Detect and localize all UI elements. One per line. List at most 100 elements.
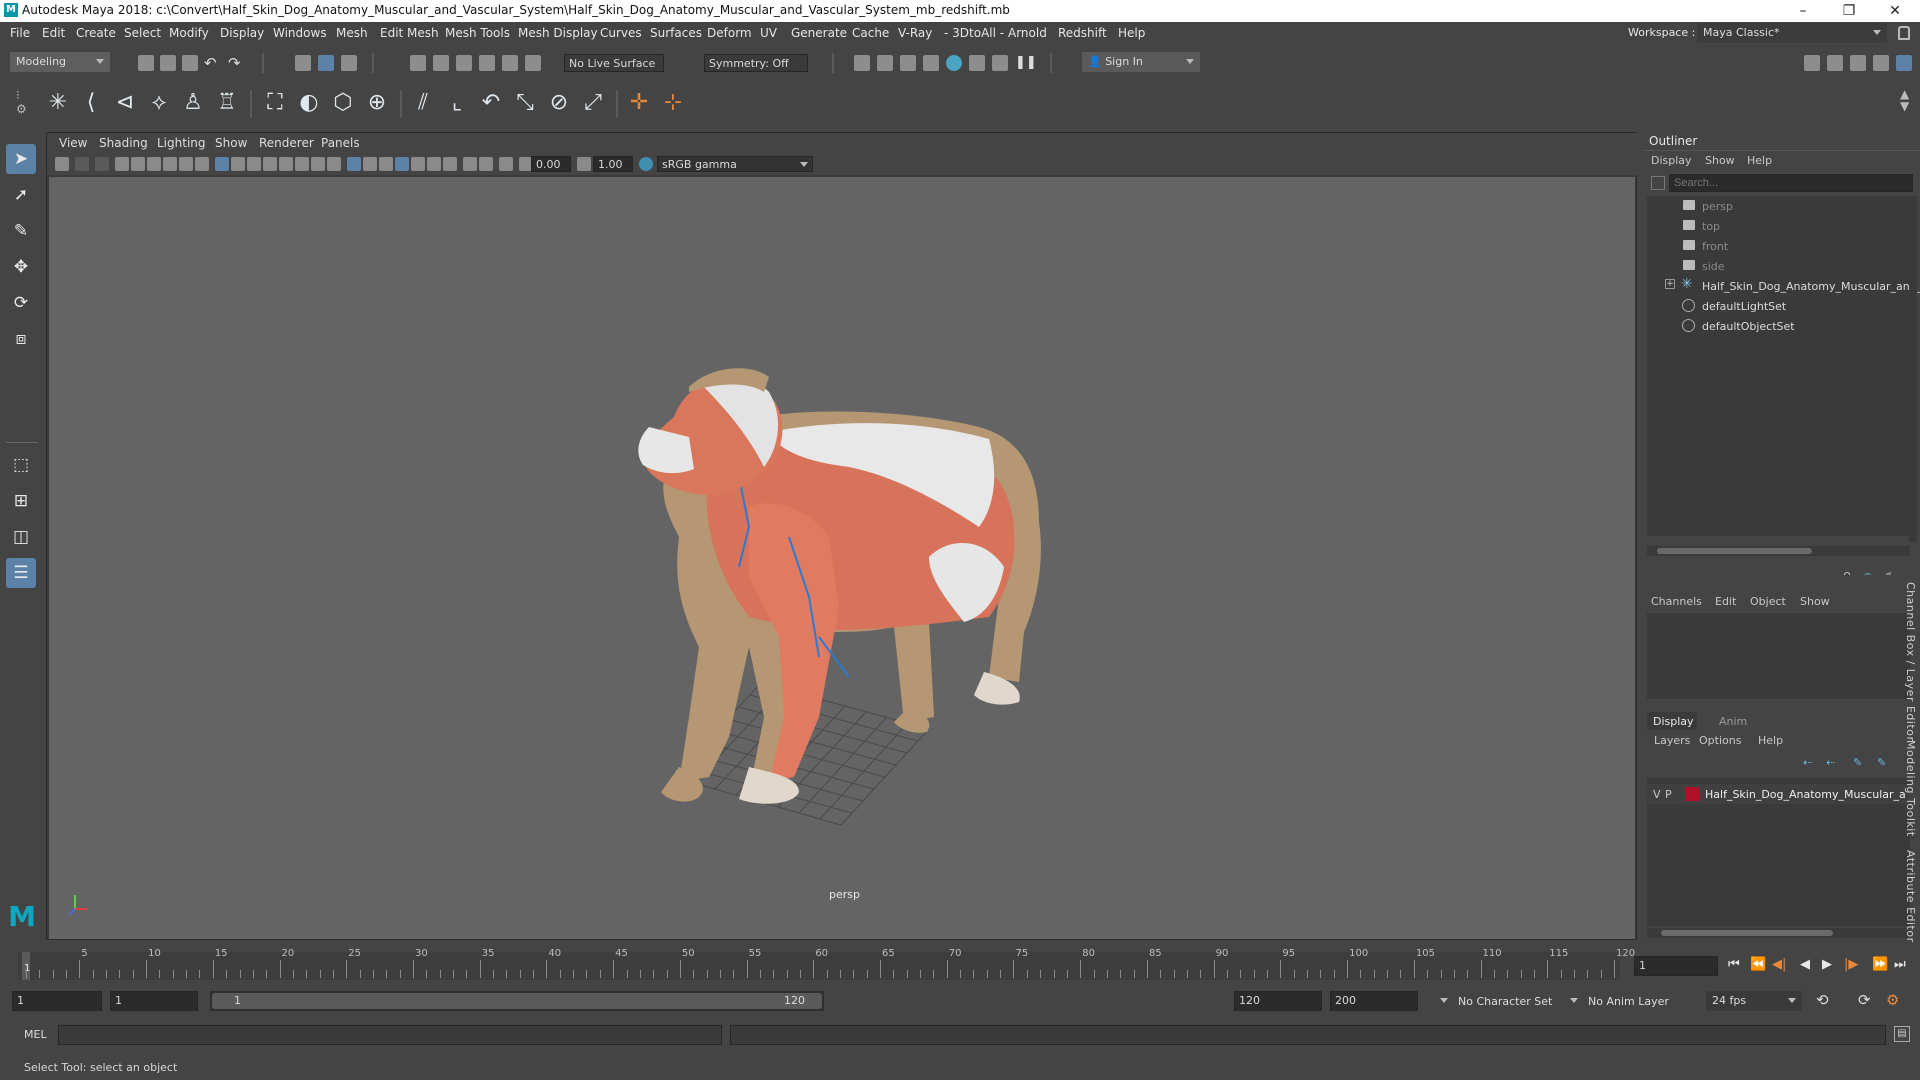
lock-icon[interactable] [1898, 26, 1910, 40]
minimize-button[interactable]: – [1780, 0, 1826, 22]
gamma-icon[interactable] [577, 157, 591, 171]
shelf-options-icon[interactable]: ⁝ ⚙ [16, 88, 30, 120]
select-object-icon[interactable] [318, 55, 334, 71]
xray-icon[interactable] [327, 157, 341, 171]
menu-modify[interactable]: Modify [169, 26, 209, 40]
constraint-point-icon[interactable]: ⌞ [444, 90, 470, 116]
step-back-key-icon[interactable]: ⏪ [1750, 957, 1766, 972]
loop-icon[interactable]: ⟲ [1816, 991, 1829, 1009]
ik-spline-icon[interactable]: ⊲ [112, 90, 138, 116]
smooth-shade-icon[interactable] [295, 157, 309, 171]
menu-deform[interactable]: Deform [707, 26, 752, 40]
layer-horizontal-scrollbar[interactable] [1647, 928, 1910, 938]
outliner-item-front[interactable]: front [1647, 236, 1912, 256]
film-gate-icon[interactable] [179, 157, 193, 171]
channels-menu-edit[interactable]: Edit [1715, 595, 1736, 608]
sign-in-button[interactable]: 👤 Sign In [1082, 52, 1200, 72]
script-editor-icon[interactable]: ▤ [1894, 1026, 1910, 1042]
select-hierarchy-icon[interactable] [295, 55, 311, 71]
shelf-scroll-icon[interactable]: ▲ ▼ [1900, 88, 1909, 112]
snap-view-plane-icon[interactable] [479, 55, 495, 71]
snap-live-icon[interactable] [502, 55, 518, 71]
twod-pan-icon[interactable] [131, 157, 145, 171]
range-slider[interactable]: 1 120 [210, 991, 824, 1011]
constraint-orient-icon[interactable]: ↶ [478, 90, 504, 116]
colorspace-dropdown[interactable]: sRGB gamma [657, 156, 813, 172]
menu-mesh-display[interactable]: Mesh Display [518, 26, 598, 40]
select-camera-icon[interactable] [55, 157, 69, 171]
menu-arnold[interactable]: Arnold [1008, 26, 1047, 40]
go-to-end-icon[interactable]: ⏭ [1894, 957, 1906, 972]
step-forward-frame-icon[interactable]: |▶ [1844, 957, 1858, 972]
hypershade-icon[interactable] [946, 55, 962, 71]
snap-rotate-icon[interactable] [525, 55, 541, 71]
outliner-layout-icon[interactable]: ☰ [6, 558, 36, 588]
snapshot-icon[interactable] [992, 55, 1008, 71]
shadows-icon[interactable] [363, 157, 377, 171]
layers-menu-help[interactable]: Help [1758, 734, 1783, 747]
new-layer-icon[interactable]: ✎ [1853, 756, 1862, 769]
isolate-select-icon[interactable] [395, 157, 409, 171]
outliner-search-input[interactable] [1669, 174, 1913, 192]
open-scene-icon[interactable] [160, 55, 176, 71]
move-tool-icon[interactable]: ✥ [6, 252, 36, 282]
menu-display[interactable]: Display [220, 26, 264, 40]
menu-curves[interactable]: Curves [600, 26, 642, 40]
outliner-item-top[interactable]: top [1647, 216, 1912, 236]
menu-generate[interactable]: Generate [791, 26, 847, 40]
layer-row[interactable]: V P Half_Skin_Dog_Anatomy_Muscular_a [1647, 784, 1910, 804]
humanik-icon[interactable]: ♙ [180, 90, 206, 116]
motion-blur-icon[interactable] [463, 157, 477, 171]
bind-skin-icon[interactable]: ⛶ [262, 90, 288, 116]
outliner-item-default-light-set[interactable]: defaultLightSet [1647, 296, 1912, 316]
character-controls-icon[interactable] [1827, 55, 1843, 71]
rigid-bind-icon[interactable]: ⬡ [330, 90, 356, 116]
vp-menu-shading[interactable]: Shading [99, 136, 148, 150]
character-set-dropdown[interactable]: No Character Set [1440, 991, 1570, 1011]
menu-windows[interactable]: Windows [273, 26, 327, 40]
xray-joints-icon[interactable] [411, 157, 425, 171]
undo-icon[interactable]: ↶ [204, 55, 220, 71]
maximize-button[interactable]: ❐ [1826, 0, 1872, 22]
new-layer-selected-icon[interactable]: ✎ [1877, 756, 1886, 769]
outliner-menu-show[interactable]: Show [1705, 154, 1735, 167]
tab-anim[interactable]: Anim [1719, 715, 1747, 728]
rotate-tool-icon[interactable]: ⟳ [6, 288, 36, 318]
expand-icon[interactable]: + [1665, 279, 1675, 289]
menu-create[interactable]: Create [76, 26, 116, 40]
menu-uv[interactable]: UV [760, 26, 777, 40]
constraint-pole-icon[interactable]: ⤢ [580, 90, 606, 116]
play-backward-icon[interactable]: ◀ [1800, 957, 1810, 972]
select-component-icon[interactable] [341, 55, 357, 71]
modeling-toolkit-icon[interactable] [1804, 55, 1820, 71]
field-chart-icon[interactable] [231, 157, 245, 171]
attribute-editor-icon[interactable] [1850, 55, 1866, 71]
script-language-toggle[interactable]: MEL [24, 1028, 47, 1041]
outliner-menu-display[interactable]: Display [1651, 154, 1692, 167]
paint-weights-icon[interactable]: ⊕ [364, 90, 390, 116]
channels-menu-channels[interactable]: Channels [1651, 595, 1702, 608]
playback-start-field[interactable]: 1 [110, 991, 198, 1011]
animation-start-field[interactable]: 1 [12, 991, 102, 1011]
safe-title-icon[interactable] [263, 157, 277, 171]
use-all-lights-icon[interactable] [347, 157, 361, 171]
render-settings-icon[interactable] [854, 55, 870, 71]
constraint-parent-icon[interactable]: ⫽ [410, 90, 436, 116]
xray-components-icon[interactable] [427, 157, 441, 171]
time-slider[interactable]: 1 5 10 15 20 25 30 35 40 45 50 55 60 65 70 75 80 85 90 95 1… [18, 946, 1635, 982]
side-tab-modeling-toolkit[interactable]: Modeling Toolkit [1904, 740, 1917, 837]
single-view-icon[interactable]: ⬚ [6, 450, 36, 480]
vp-menu-renderer[interactable]: Renderer [259, 136, 314, 150]
snap-curve-icon[interactable] [433, 55, 449, 71]
anim-layer-dropdown[interactable]: No Anim Layer [1570, 991, 1688, 1011]
resolution-gate-icon[interactable] [195, 157, 209, 171]
close-button[interactable]: ✕ [1872, 0, 1918, 22]
menu-3dtoall[interactable]: - 3DtoAll - [944, 26, 1004, 40]
vp-menu-lighting[interactable]: Lighting [157, 136, 206, 150]
layers-menu-options[interactable]: Options [1699, 734, 1741, 747]
layer-color-swatch[interactable] [1685, 787, 1699, 801]
locator-icon[interactable]: ✛ [626, 90, 652, 116]
animation-end-field[interactable]: 200 [1330, 991, 1418, 1011]
menu-edit-mesh[interactable]: Edit Mesh [380, 26, 439, 40]
command-input[interactable] [58, 1025, 722, 1045]
